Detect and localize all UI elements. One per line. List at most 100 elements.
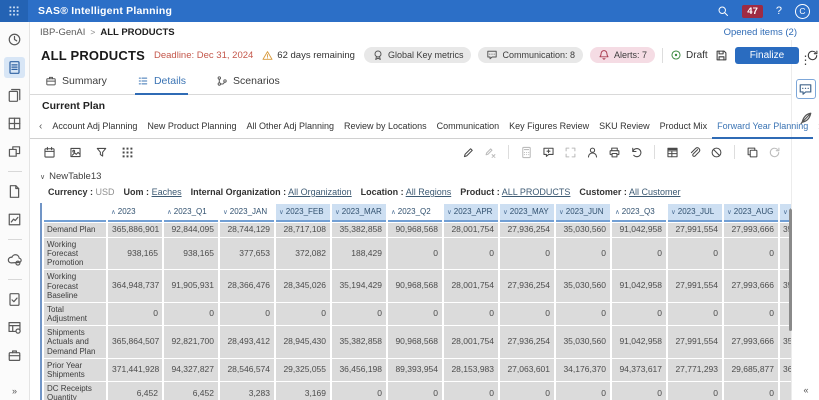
sidebar-item-packages[interactable] [4, 141, 25, 162]
sidebar-item-analytics[interactable] [4, 209, 25, 230]
data-cell[interactable]: 365,864,507 [108, 326, 162, 358]
data-cell[interactable]: 28,345,026 [276, 270, 330, 302]
data-cell[interactable]: 28,493,412 [220, 326, 274, 358]
data-cell[interactable]: 90,968,568 [388, 223, 442, 237]
row-label[interactable]: DC Receipts Quantity [44, 382, 106, 400]
table-title-row[interactable]: ∨ NewTable13 [30, 171, 791, 182]
communication-button[interactable]: Communication: 8 [478, 47, 583, 63]
data-cell[interactable]: 0 [612, 382, 666, 400]
data-cell[interactable]: 0 [220, 303, 274, 325]
edit-remove-button[interactable] [484, 146, 497, 159]
data-cell[interactable]: 0 [388, 382, 442, 400]
data-cell[interactable]: 28,001,754 [444, 326, 498, 358]
data-cell[interactable]: 0 [556, 382, 610, 400]
sidebar-item-services[interactable] [4, 249, 25, 270]
data-cell[interactable]: 938,165 [164, 238, 218, 270]
data-cell[interactable]: 27,936,254 [500, 326, 554, 358]
data-cell[interactable]: 35,382,858 [332, 223, 386, 237]
calendar-button[interactable] [43, 146, 56, 159]
subtab-all-other-adj-planning[interactable]: All Other Adj Planning [241, 114, 339, 138]
data-cell[interactable]: 94,327,827 [164, 359, 218, 381]
data-cell[interactable]: 29,325,055 [276, 359, 330, 381]
sidebar-item-approvals[interactable] [4, 289, 25, 310]
data-cell[interactable]: 0 [388, 303, 442, 325]
subtab-review-by-locations[interactable]: Review by Locations [339, 114, 432, 138]
column-header-2023_Q2[interactable]: ∧2023_Q2 [388, 204, 442, 222]
filter-button[interactable] [95, 146, 108, 159]
data-cell[interactable]: 94,373,617 [612, 359, 666, 381]
column-header-2023_FEB[interactable]: ∨2023_FEB [276, 204, 330, 222]
data-cell[interactable]: 28,717,108 [276, 223, 330, 237]
data-cell[interactable]: 0 [444, 382, 498, 400]
column-header-2023_JAN[interactable]: ∨2023_JAN [220, 204, 274, 222]
data-cell[interactable]: 0 [724, 303, 778, 325]
filter-value-all-products[interactable]: ALL PRODUCTS [502, 187, 571, 197]
calculator-button[interactable] [520, 146, 533, 159]
subtab-sku-review[interactable]: SKU Review [594, 114, 655, 138]
data-cell[interactable]: 28,546,574 [220, 359, 274, 381]
expand-left-rail-button[interactable]: » [0, 386, 29, 396]
data-cell[interactable]: 36,456,198 [332, 359, 386, 381]
data-cell[interactable]: 0 [444, 303, 498, 325]
table-button[interactable] [666, 146, 679, 159]
data-cell[interactable]: 377,653 [220, 238, 274, 270]
filter-value-all-regions[interactable]: All Regions [406, 187, 452, 197]
data-cell[interactable]: 0 [500, 382, 554, 400]
collapse-caret-icon[interactable]: ∨ [40, 173, 45, 181]
sidebar-item-table-settings[interactable] [4, 317, 25, 338]
data-cell[interactable]: 35,057, [780, 326, 791, 358]
save-snapshot-button[interactable] [715, 49, 728, 62]
global-key-metrics-button[interactable]: Global Key metrics [364, 47, 472, 63]
data-cell[interactable]: 0 [556, 238, 610, 270]
row-label[interactable]: Demand Plan [44, 223, 106, 237]
subtab-communication[interactable]: Communication [432, 114, 505, 138]
data-cell[interactable]: 27,991,554 [668, 326, 722, 358]
data-cell[interactable]: 34,176,370 [556, 359, 610, 381]
data-cell[interactable]: 91,905,931 [164, 270, 218, 302]
copy-button[interactable] [746, 146, 759, 159]
data-cell[interactable]: 0 [724, 238, 778, 270]
tab-details[interactable]: Details [135, 68, 188, 94]
search-button[interactable] [717, 5, 729, 17]
data-cell[interactable]: 27,991,554 [668, 223, 722, 237]
data-cell[interactable]: 28,153,983 [444, 359, 498, 381]
sidebar-item-pages[interactable] [4, 181, 25, 202]
filter-value-all-customer[interactable]: All Customer [629, 187, 681, 197]
data-cell[interactable]: 0 [332, 303, 386, 325]
column-header-2023_APR[interactable]: ∨2023_APR [444, 204, 498, 222]
data-cell[interactable]: 27,993,666 [724, 270, 778, 302]
attachment-button[interactable] [688, 146, 701, 159]
data-cell[interactable]: 0 [724, 382, 778, 400]
subtab-forward-year-planning[interactable]: Forward Year Planning [712, 114, 813, 138]
data-cell[interactable]: 91,042,958 [612, 223, 666, 237]
data-cell[interactable]: 3,169 [276, 382, 330, 400]
data-cell[interactable]: 36,916, [780, 359, 791, 381]
opened-items-link[interactable]: Opened items (2) [724, 27, 797, 38]
scroll-tabs-right-icon[interactable]: › [813, 114, 819, 138]
data-cell[interactable]: 28,366,476 [220, 270, 274, 302]
data-cell[interactable]: 0 [500, 238, 554, 270]
data-cell[interactable] [780, 382, 791, 400]
data-cell[interactable]: 27,991,554 [668, 270, 722, 302]
data-cell[interactable]: 90,968,568 [388, 326, 442, 358]
subtab-account-adj-planning[interactable]: Account Adj Planning [47, 114, 142, 138]
column-header-2023_JUN[interactable]: ∨2023_JUN [556, 204, 610, 222]
data-cell[interactable]: 35,030,560 [556, 270, 610, 302]
row-label[interactable]: Working Forecast Baseline [44, 270, 106, 302]
person-button[interactable] [586, 146, 599, 159]
subtab-new-product-planning[interactable]: New Product Planning [142, 114, 241, 138]
data-cell[interactable]: 0 [668, 238, 722, 270]
data-cell[interactable]: 0 [164, 303, 218, 325]
data-cell[interactable]: 92,844,095 [164, 223, 218, 237]
data-cell[interactable]: 27,771,293 [668, 359, 722, 381]
data-cell[interactable]: 89,393,954 [388, 359, 442, 381]
user-avatar[interactable]: C [795, 4, 810, 19]
scroll-tabs-left-icon[interactable]: ‹ [34, 114, 47, 138]
data-cell[interactable]: 35,030,560 [556, 326, 610, 358]
column-header-2023_Q3[interactable]: ∧2023_Q3 [612, 204, 666, 222]
tab-summary[interactable]: Summary [43, 68, 109, 94]
data-cell[interactable]: 364,948,737 [108, 270, 162, 302]
refresh-button[interactable] [768, 146, 781, 159]
data-cell[interactable]: 0 [612, 303, 666, 325]
data-cell[interactable]: 0 [556, 303, 610, 325]
